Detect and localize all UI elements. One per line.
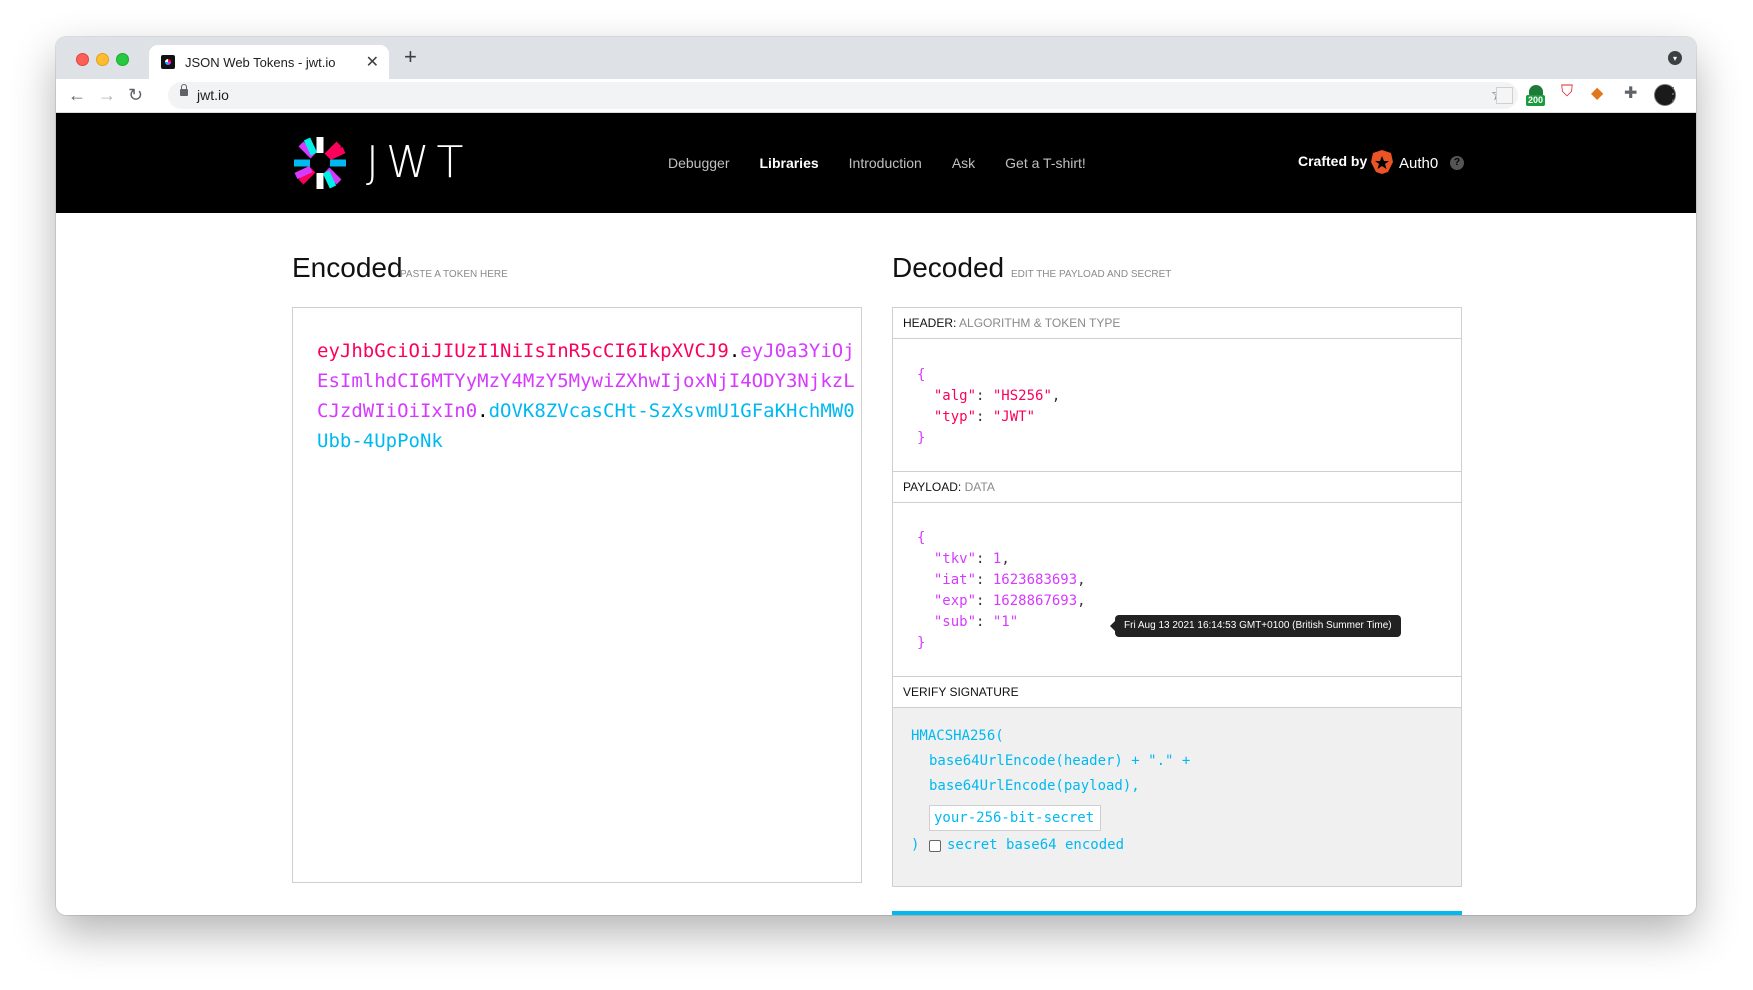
json-line: "alg": "HS256",	[933, 388, 1061, 404]
exp-date-tooltip: Fri Aug 13 2021 16:14:53 GMT+0100 (Briti…	[1110, 615, 1401, 637]
extension-blank-icon[interactable]	[1496, 87, 1513, 104]
close-window-button[interactable]	[76, 53, 89, 66]
forward-arrow-icon[interactable]: →	[98, 85, 116, 105]
browser-tab[interactable]: JSON Web Tokens - jwt.io ✕	[149, 45, 389, 79]
help-icon[interactable]: ?	[1450, 156, 1464, 170]
json-line: "iat": 1623683693,	[933, 572, 1086, 588]
encoded-subtitle: PASTE A TOKEN HERE	[400, 269, 508, 280]
payload-label: PAYLOAD:	[903, 480, 962, 494]
base64-secret-label: secret base64 encoded	[947, 837, 1125, 853]
json-close-brace: }	[917, 430, 926, 446]
decoded-subtitle: EDIT THE PAYLOAD AND SECRET	[1011, 269, 1172, 280]
payload-section-label: PAYLOAD: DATA	[893, 472, 1461, 503]
jwt-favicon-icon	[161, 55, 175, 69]
auth0-logo-icon[interactable]	[1371, 150, 1393, 174]
json-open-brace: {	[917, 530, 926, 546]
encoded-title: Encoded	[292, 252, 403, 283]
token-header: eyJhbGciOiJIUzI1NiIsInR5cCI6IkpXVCJ9	[317, 340, 729, 362]
json-line: "exp": 1628867693,	[933, 593, 1086, 609]
encoded-token-textarea[interactable]: eyJhbGciOiJIUzI1NiIsInR5cCI6IkpXVCJ9.eyJ…	[292, 307, 862, 883]
nav-libraries[interactable]: Libraries	[760, 155, 819, 171]
browser-window: JSON Web Tokens - jwt.io ✕ + ▾ ← → ↻ jwt…	[56, 37, 1696, 915]
nav-debugger[interactable]: Debugger	[668, 155, 730, 171]
verify-signature-body: HMACSHA256( base64UrlEncode(header) + ".…	[893, 708, 1461, 886]
extension-badge-count: 200	[1526, 95, 1546, 106]
back-arrow-icon[interactable]: ←	[68, 85, 86, 105]
signature-status-bar	[892, 911, 1462, 915]
new-tab-button[interactable]: +	[404, 46, 417, 68]
tab-strip: JSON Web Tokens - jwt.io ✕ + ▾	[56, 37, 1696, 79]
main-nav: Debugger Libraries Introduction Ask Get …	[668, 155, 1086, 171]
header-json-editor[interactable]: { "alg": "HS256", "typ": "JWT" }	[893, 339, 1461, 472]
base64-secret-checkbox[interactable]	[929, 840, 941, 852]
header-label-detail: ALGORITHM & TOKEN TYPE	[959, 316, 1121, 330]
jwt-logo-icon[interactable]	[290, 133, 350, 193]
json-open-brace: {	[917, 367, 926, 383]
verify-close-paren: )	[911, 837, 920, 853]
jwt-logo-text[interactable]: JWT	[366, 137, 470, 188]
reload-icon[interactable]: ↻	[128, 85, 143, 105]
verify-line-payload: base64UrlEncode(payload),	[929, 778, 1140, 794]
nav-ask[interactable]: Ask	[952, 155, 975, 171]
shield-extension-icon[interactable]: ⛉	[1561, 83, 1579, 101]
minimize-window-button[interactable]	[96, 53, 109, 66]
tab-title: JSON Web Tokens - jwt.io	[185, 55, 336, 70]
verify-section-label: VERIFY SIGNATURE	[893, 677, 1461, 708]
token-dot-2: .	[477, 400, 489, 422]
decoded-title: Decoded	[892, 252, 1005, 283]
json-line: "typ": "JWT"	[933, 409, 1036, 425]
extension-status-icon[interactable]: 200	[1526, 85, 1546, 106]
jwt-site-header: JWT Debugger Libraries Introduction Ask …	[56, 113, 1696, 213]
browser-toolbar: ← → ↻ jwt.io ☆ 200 ⛉ ◆ ✚ ⋮	[56, 79, 1696, 113]
token-text: eyJhbGciOiJIUzI1NiIsInR5cCI6IkpXVCJ9.eyJ…	[317, 336, 857, 456]
payload-label-detail: DATA	[964, 480, 995, 494]
json-line: "sub": "1"	[933, 614, 1019, 630]
nav-tshirt[interactable]: Get a T-shirt!	[1005, 155, 1086, 171]
decoded-panel: HEADER: ALGORITHM & TOKEN TYPE { "alg": …	[892, 307, 1462, 887]
token-dot-1: .	[728, 340, 741, 362]
address-bar[interactable]: jwt.io ☆	[168, 82, 1518, 109]
verify-line-header: base64UrlEncode(header) + "." +	[929, 753, 1191, 769]
maximize-window-button[interactable]	[116, 53, 129, 66]
extensions-puzzle-icon[interactable]: ✚	[1624, 83, 1642, 102]
payload-json-editor[interactable]: { "tkv": 1, "iat": 1623683693, "exp": 16…	[893, 503, 1461, 677]
header-section-label: HEADER: ALGORITHM & TOKEN TYPE	[893, 308, 1461, 339]
header-label: HEADER:	[903, 316, 957, 330]
crafted-by-label: Crafted by	[1298, 153, 1368, 169]
url-text: jwt.io	[197, 87, 229, 103]
nav-introduction[interactable]: Introduction	[849, 155, 922, 171]
secret-input[interactable]	[929, 805, 1101, 831]
json-close-brace: }	[917, 635, 926, 651]
lock-icon	[180, 84, 188, 96]
auth0-link[interactable]: Auth0	[1399, 155, 1438, 172]
tab-close-icon[interactable]: ✕	[366, 52, 379, 72]
json-line: "tkv": 1,	[933, 551, 1010, 567]
metamask-fox-icon[interactable]: ◆	[1591, 83, 1609, 102]
hmac-function-label: HMACSHA256(	[911, 728, 1004, 744]
tab-search-icon[interactable]: ▾	[1668, 51, 1682, 65]
browser-menu-icon[interactable]: ⋮	[1664, 84, 1682, 105]
